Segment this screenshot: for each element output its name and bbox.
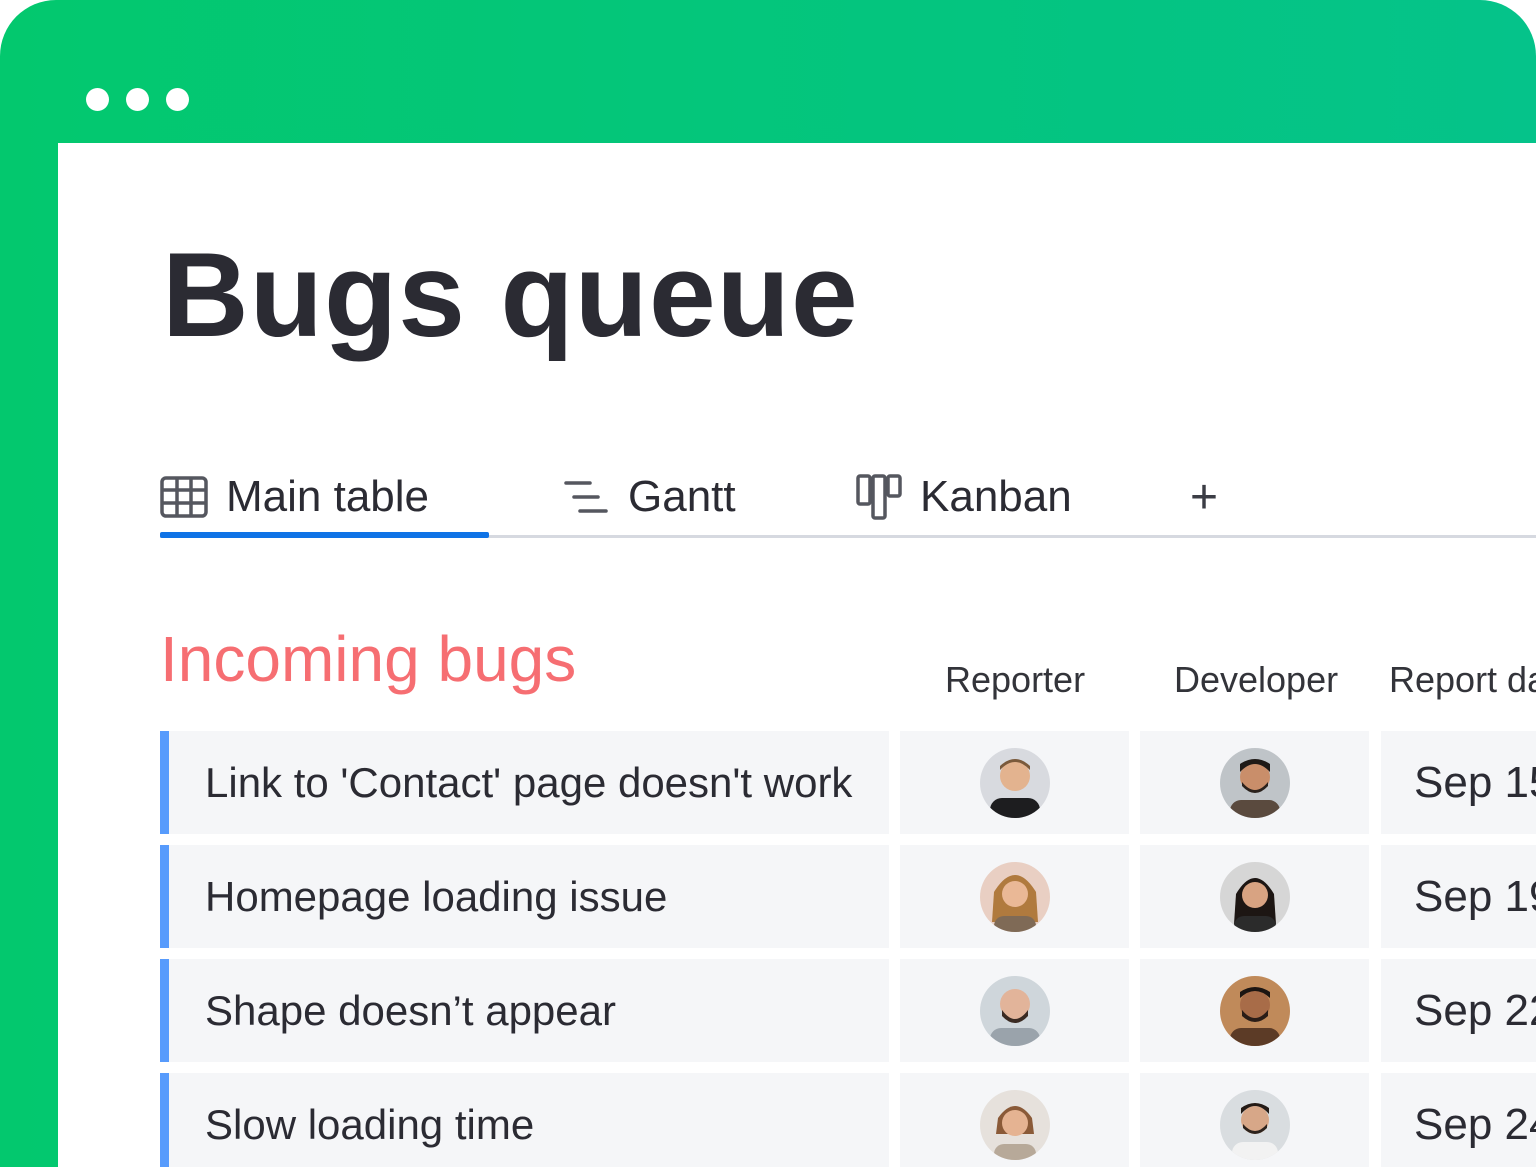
avatar[interactable] bbox=[979, 861, 1050, 932]
avatar[interactable] bbox=[1219, 975, 1290, 1046]
bug-name-cell[interactable]: Shape doesn’t appear bbox=[160, 959, 889, 1062]
add-view-button[interactable]: + bbox=[1190, 459, 1218, 535]
tab-gantt[interactable]: Gantt bbox=[564, 459, 736, 535]
table-grid-icon bbox=[160, 476, 208, 518]
report-date-cell[interactable]: Sep 19 bbox=[1381, 845, 1536, 948]
view-tabs: Main table Gantt Kanban + bbox=[160, 459, 1536, 539]
avatar[interactable] bbox=[979, 975, 1050, 1046]
avatar[interactable] bbox=[1219, 747, 1290, 818]
developer-cell[interactable] bbox=[1140, 845, 1369, 948]
reporter-cell[interactable] bbox=[900, 959, 1129, 1062]
window-controls bbox=[86, 88, 189, 111]
tab-main-table[interactable]: Main table bbox=[160, 459, 489, 538]
window-dot-3[interactable] bbox=[166, 88, 189, 111]
tab-kanban-label: Kanban bbox=[920, 472, 1072, 521]
avatar[interactable] bbox=[1219, 1089, 1290, 1160]
column-header-report-date[interactable]: Report da bbox=[1389, 659, 1536, 701]
report-date-cell[interactable]: Sep 24 bbox=[1381, 1073, 1536, 1167]
group-title: Incoming bugs bbox=[160, 623, 577, 695]
avatar[interactable] bbox=[979, 747, 1050, 818]
tab-main-table-label: Main table bbox=[226, 472, 430, 521]
bug-name-cell[interactable]: Slow loading time bbox=[160, 1073, 889, 1167]
report-date-cell[interactable]: Sep 22 bbox=[1381, 959, 1536, 1062]
avatar[interactable] bbox=[979, 1089, 1050, 1160]
app-frame: Bugs queue Main table Gantt Kanban + Inc… bbox=[0, 0, 1536, 1167]
column-header-developer[interactable]: Developer bbox=[1174, 659, 1338, 701]
window-dot-2[interactable] bbox=[126, 88, 149, 111]
kanban-board-icon bbox=[856, 474, 902, 520]
developer-cell[interactable] bbox=[1140, 731, 1369, 834]
add-view-icon: + bbox=[1190, 470, 1219, 524]
board-window: Bugs queue Main table Gantt Kanban + Inc… bbox=[58, 143, 1536, 1167]
reporter-cell[interactable] bbox=[900, 845, 1129, 948]
report-date-cell[interactable]: Sep 15 bbox=[1381, 731, 1536, 834]
reporter-cell[interactable] bbox=[900, 1073, 1129, 1167]
column-header-reporter[interactable]: Reporter bbox=[945, 659, 1085, 701]
tab-kanban[interactable]: Kanban bbox=[856, 459, 1072, 535]
developer-cell[interactable] bbox=[1140, 959, 1369, 1062]
gantt-lines-icon bbox=[564, 477, 610, 517]
avatar[interactable] bbox=[1219, 861, 1290, 932]
bug-name-cell[interactable]: Link to 'Contact' page doesn't work bbox=[160, 731, 889, 834]
page-title: Bugs queue bbox=[162, 228, 859, 362]
window-dot-1[interactable] bbox=[86, 88, 109, 111]
reporter-cell[interactable] bbox=[900, 731, 1129, 834]
tab-gantt-label: Gantt bbox=[628, 472, 736, 521]
bug-name-cell[interactable]: Homepage loading issue bbox=[160, 845, 889, 948]
developer-cell[interactable] bbox=[1140, 1073, 1369, 1167]
